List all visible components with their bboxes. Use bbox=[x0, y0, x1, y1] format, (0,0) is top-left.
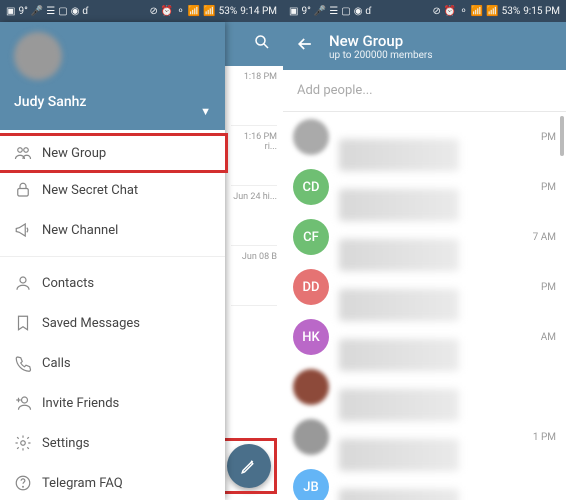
contact-name-redacted bbox=[339, 489, 459, 500]
contact-avatar: CD bbox=[293, 169, 329, 205]
status-left: ▣9° 🎤☰ ▢◉ ɗ bbox=[289, 6, 371, 17]
chat-row[interactable]: 1:16 PM ri... bbox=[231, 126, 277, 186]
contact-name-redacted bbox=[339, 189, 459, 221]
contact-time: 7 AM bbox=[533, 232, 556, 243]
screen-new-group: ▣9° 🎤☰ ▢◉ ɗ ⊘⏰ ⚬📶 📶 53% 9:15 PM New Grou… bbox=[283, 0, 566, 500]
status-time: 9:14 PM bbox=[240, 6, 277, 17]
drawer-item-new-group[interactable]: New Group bbox=[0, 133, 228, 173]
divider bbox=[0, 256, 225, 257]
drawer-item-label: New Secret Chat bbox=[42, 183, 138, 198]
status-time: 9:15 PM bbox=[523, 6, 560, 17]
highlight-fab bbox=[221, 438, 277, 494]
chevron-down-icon[interactable]: ▼ bbox=[200, 105, 211, 118]
page-subtitle: up to 200000 members bbox=[329, 50, 432, 61]
contact-avatar bbox=[293, 419, 329, 455]
contact-avatar: DD bbox=[293, 269, 329, 305]
drawer-item-label: Settings bbox=[42, 436, 89, 451]
group-icon bbox=[14, 144, 42, 162]
contact-time: PM bbox=[541, 282, 556, 293]
person-add-icon bbox=[14, 394, 42, 412]
help-icon bbox=[14, 474, 42, 492]
drawer-header[interactable]: Judy Sanhz ▼ bbox=[0, 22, 225, 130]
drawer-item-label: New Channel bbox=[42, 223, 118, 238]
contact-avatar: HK bbox=[293, 319, 329, 355]
status-bar: ▣9° 🎤☰ ▢◉ ɗ ⊘⏰ ⚬📶 📶 53% 9:15 PM bbox=[283, 0, 566, 22]
chat-row[interactable]: Jun 24 hi... bbox=[231, 186, 277, 246]
contact-name-redacted bbox=[339, 389, 459, 421]
status-right: ⊘⏰ ⚬📶 📶 53% 9:14 PM bbox=[149, 6, 277, 17]
status-bar: ▣9° 🎤☰ ▢◉ ɗ ⊘⏰ ⚬📶 📶 53% 9:14 PM bbox=[0, 0, 283, 22]
scrollbar[interactable] bbox=[560, 116, 564, 156]
page-title: New Group bbox=[329, 32, 432, 50]
avatar[interactable] bbox=[14, 32, 62, 80]
drawer-item-settings[interactable]: Settings bbox=[0, 423, 225, 463]
new-group-header: New Group up to 200000 members bbox=[283, 22, 566, 70]
drawer-item-label: Saved Messages bbox=[42, 316, 140, 331]
drawer-item-new-channel[interactable]: New Channel bbox=[0, 210, 225, 250]
contact-name-redacted bbox=[339, 439, 459, 471]
drawer-item-calls[interactable]: Calls bbox=[0, 343, 225, 383]
nav-drawer: Judy Sanhz ▼ New Group New Secret Chat N… bbox=[0, 22, 225, 500]
contact-name-redacted bbox=[339, 139, 459, 171]
search-icon[interactable] bbox=[253, 33, 271, 55]
drawer-item-contacts[interactable]: Contacts bbox=[0, 263, 225, 303]
drawer-item-faq[interactable]: Telegram FAQ bbox=[0, 463, 225, 500]
chat-list-partial: 1:18 PM 1:16 PM ri... Jun 24 hi... Jun 0… bbox=[225, 22, 283, 500]
screen-drawer: ▣9° 🎤☰ ▢◉ ɗ ⊘⏰ ⚬📶 📶 53% 9:14 PM 1:18 PM … bbox=[0, 0, 283, 500]
drawer-item-saved-messages[interactable]: Saved Messages bbox=[0, 303, 225, 343]
drawer-item-label: Telegram FAQ bbox=[42, 476, 123, 491]
app-header bbox=[225, 22, 283, 66]
contact-time: PM bbox=[541, 132, 556, 143]
drawer-item-label: Calls bbox=[42, 356, 71, 371]
back-icon[interactable] bbox=[295, 34, 315, 58]
person-icon bbox=[14, 274, 42, 292]
status-left: ▣9° 🎤☰ ▢◉ ɗ bbox=[6, 6, 88, 17]
drawer-item-label: New Group bbox=[42, 146, 106, 161]
megaphone-icon bbox=[14, 221, 42, 239]
contact-avatar: JB bbox=[293, 469, 329, 500]
contact-name-redacted bbox=[339, 239, 459, 271]
drawer-item-invite-friends[interactable]: Invite Friends bbox=[0, 383, 225, 423]
contact-avatar bbox=[293, 119, 329, 155]
add-people-input[interactable]: Add people... bbox=[283, 70, 566, 112]
drawer-item-new-secret-chat[interactable]: New Secret Chat bbox=[0, 170, 225, 210]
status-right: ⊘⏰ ⚬📶 📶 53% 9:15 PM bbox=[432, 6, 560, 17]
contact-time: PM bbox=[541, 182, 556, 193]
contact-time: AM bbox=[541, 332, 556, 343]
drawer-list: New Group New Secret Chat New Channel Co… bbox=[0, 130, 225, 500]
user-name: Judy Sanhz bbox=[14, 94, 211, 110]
chat-row[interactable]: Jun 08 B bbox=[231, 246, 277, 306]
placeholder: Add people... bbox=[297, 83, 373, 98]
header-text: New Group up to 200000 members bbox=[329, 32, 432, 61]
lock-icon bbox=[14, 181, 42, 199]
phone-icon bbox=[14, 354, 42, 372]
drawer-item-label: Contacts bbox=[42, 276, 94, 291]
contact-name-redacted bbox=[339, 289, 459, 321]
contact-avatar: CF bbox=[293, 219, 329, 255]
drawer-item-label: Invite Friends bbox=[42, 396, 119, 411]
chat-row[interactable]: 1:18 PM bbox=[231, 66, 277, 126]
contact-time: 1 PM bbox=[533, 432, 556, 443]
contact-row[interactable]: PM bbox=[283, 112, 566, 162]
contact-list[interactable]: PM CD PM CF 7 AM DD PM HK AM 1 PM JB bbox=[283, 112, 566, 500]
contact-name-redacted bbox=[339, 339, 459, 371]
contact-avatar bbox=[293, 369, 329, 405]
bookmark-icon bbox=[14, 314, 42, 332]
gear-icon bbox=[14, 434, 42, 452]
